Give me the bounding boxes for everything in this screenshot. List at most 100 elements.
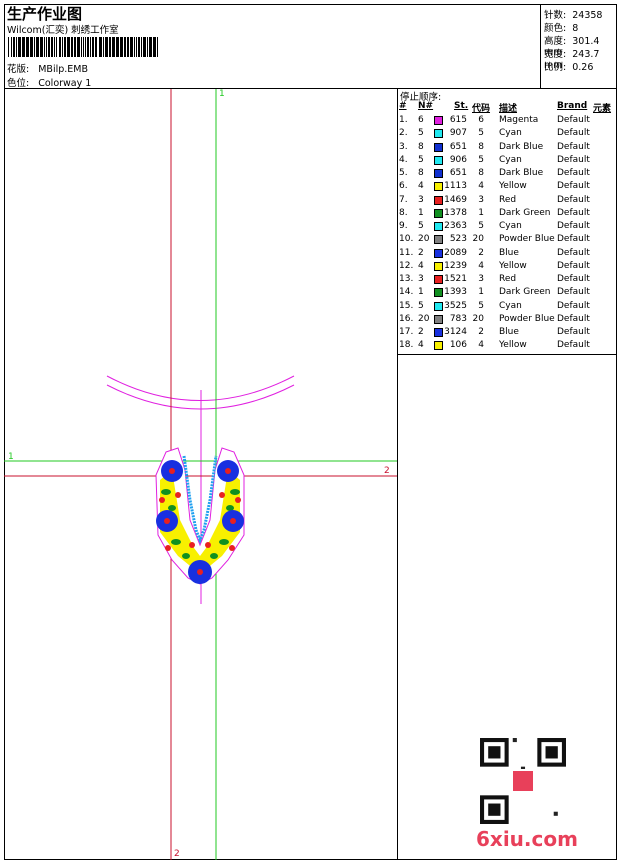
color-swatch [434,248,443,258]
cell-needle: 20 [418,313,430,324]
cell-stitches: 523 [449,234,467,245]
color-swatch [434,129,443,139]
color-swatch [434,169,443,178]
stat-value: 0.26 [572,62,594,73]
table-row: 4. 5 906 5 Cyan Default [398,155,617,168]
cell-index: 16. [399,313,414,324]
cell-index: 12. [399,260,414,271]
cell-stitches: 783 [449,313,467,324]
cell-brand: Default [557,234,590,245]
cell-stitches: 1393 [444,287,467,298]
cell-needle: 4 [418,340,424,351]
red-bottom-label: 2 [174,849,180,859]
cell-brand: Default [557,313,590,324]
cell-stitches: 1521 [444,274,467,284]
cell-brand: Default [557,115,590,125]
cell-needle: 5 [418,221,424,231]
table-bottom-divider [397,354,617,355]
table-row: 7. 3 1469 3 Red Default [398,195,617,208]
cell-index: 14. [399,287,414,298]
cell-code: 8 [478,168,484,178]
cell-index: 4. [399,154,408,165]
cell-needle: 5 [418,154,424,165]
cell-description: Yellow [499,181,527,192]
col-header-brand: Brand [557,101,588,111]
cell-description: Dark Blue [499,141,544,152]
table-row: 13. 3 1521 3 Red Default [398,274,617,287]
cell-brand: Default [557,274,590,284]
cell-code: 2 [478,247,484,258]
cell-stitches: 3124 [444,327,467,337]
cell-code: 4 [478,340,484,351]
cell-description: Red [499,274,517,284]
table-row: 6. 4 1113 4 Yellow Default [398,181,617,194]
cell-description: Dark Green [499,287,551,298]
cell-stitches: 3525 [444,300,467,311]
cell-needle: 5 [418,128,424,139]
cell-code: 5 [478,300,484,311]
color-swatch [434,208,443,218]
cell-brand: Default [557,154,590,165]
cell-brand: Default [557,247,590,258]
stat-stitches: 针数: 24358 [544,7,602,21]
cell-index: 3. [399,141,408,152]
cell-code: 1 [478,207,484,218]
col-header-stitches: St. [454,101,469,111]
cell-index: 10. [399,234,414,245]
cell-needle: 2 [418,327,424,337]
table-row: 3. 8 651 8 Dark Blue Default [398,142,617,155]
cell-brand: Default [557,207,590,218]
color-swatch [434,275,443,284]
cell-code: 4 [478,260,484,271]
color-swatch [434,235,443,245]
cell-stitches: 651 [449,141,467,152]
embroidery-preview: 1 1 2 2 [4,89,397,860]
cell-needle: 4 [418,181,424,192]
cell-description: Cyan [499,221,522,231]
cell-stitches: 106 [449,340,467,351]
cell-description: Blue [499,247,519,258]
cell-description: Blue [499,327,519,337]
cell-stitches: 907 [449,128,467,139]
cell-description: Dark Green [499,207,551,218]
cell-stitches: 615 [449,115,467,125]
cell-index: 9. [399,221,408,231]
cell-stitches: 651 [449,168,467,178]
table-row: 2. 5 907 5 Cyan Default [398,128,617,141]
color-swatch [434,288,443,298]
cell-description: Yellow [499,260,527,271]
cell-description: Red [499,194,517,205]
cell-stitches: 2089 [444,247,467,258]
cell-brand: Default [557,181,590,192]
cell-description: Cyan [499,154,522,165]
color-swatch [434,116,443,125]
cell-code: 5 [478,128,484,139]
col-header-description: 描述 [499,104,518,114]
cell-brand: Default [557,260,590,271]
table-row: 9. 5 2363 5 Cyan Default [398,221,617,234]
cell-index: 2. [399,128,408,139]
cell-stitches: 1469 [444,194,467,205]
cell-brand: Default [557,128,590,139]
cell-index: 18. [399,340,414,351]
cell-code: 8 [478,141,484,152]
stat-scale: 比例: 0.26 [544,59,593,73]
color-swatch [434,314,443,324]
table-row: 10. 20 523 20 Powder Blue Default [398,234,617,247]
col-header-element: 元素 [593,104,612,114]
cell-code: 5 [478,154,484,165]
table-row: 14. 1 1393 1 Dark Green Default [398,287,617,300]
col-header-index: # [399,101,407,111]
cell-code: 20 [472,313,484,324]
color-swatch [434,195,443,205]
cell-needle: 5 [418,300,424,311]
cell-brand: Default [557,340,590,351]
table-row: 11. 2 2089 2 Blue Default [398,248,617,261]
stats-divider [540,4,541,88]
cell-code: 5 [478,221,484,231]
cell-index: 6. [399,181,408,192]
cell-stitches: 906 [449,154,467,165]
color-swatch [434,155,443,165]
color-swatch [434,142,443,152]
stat-label: 比例: [544,62,567,73]
